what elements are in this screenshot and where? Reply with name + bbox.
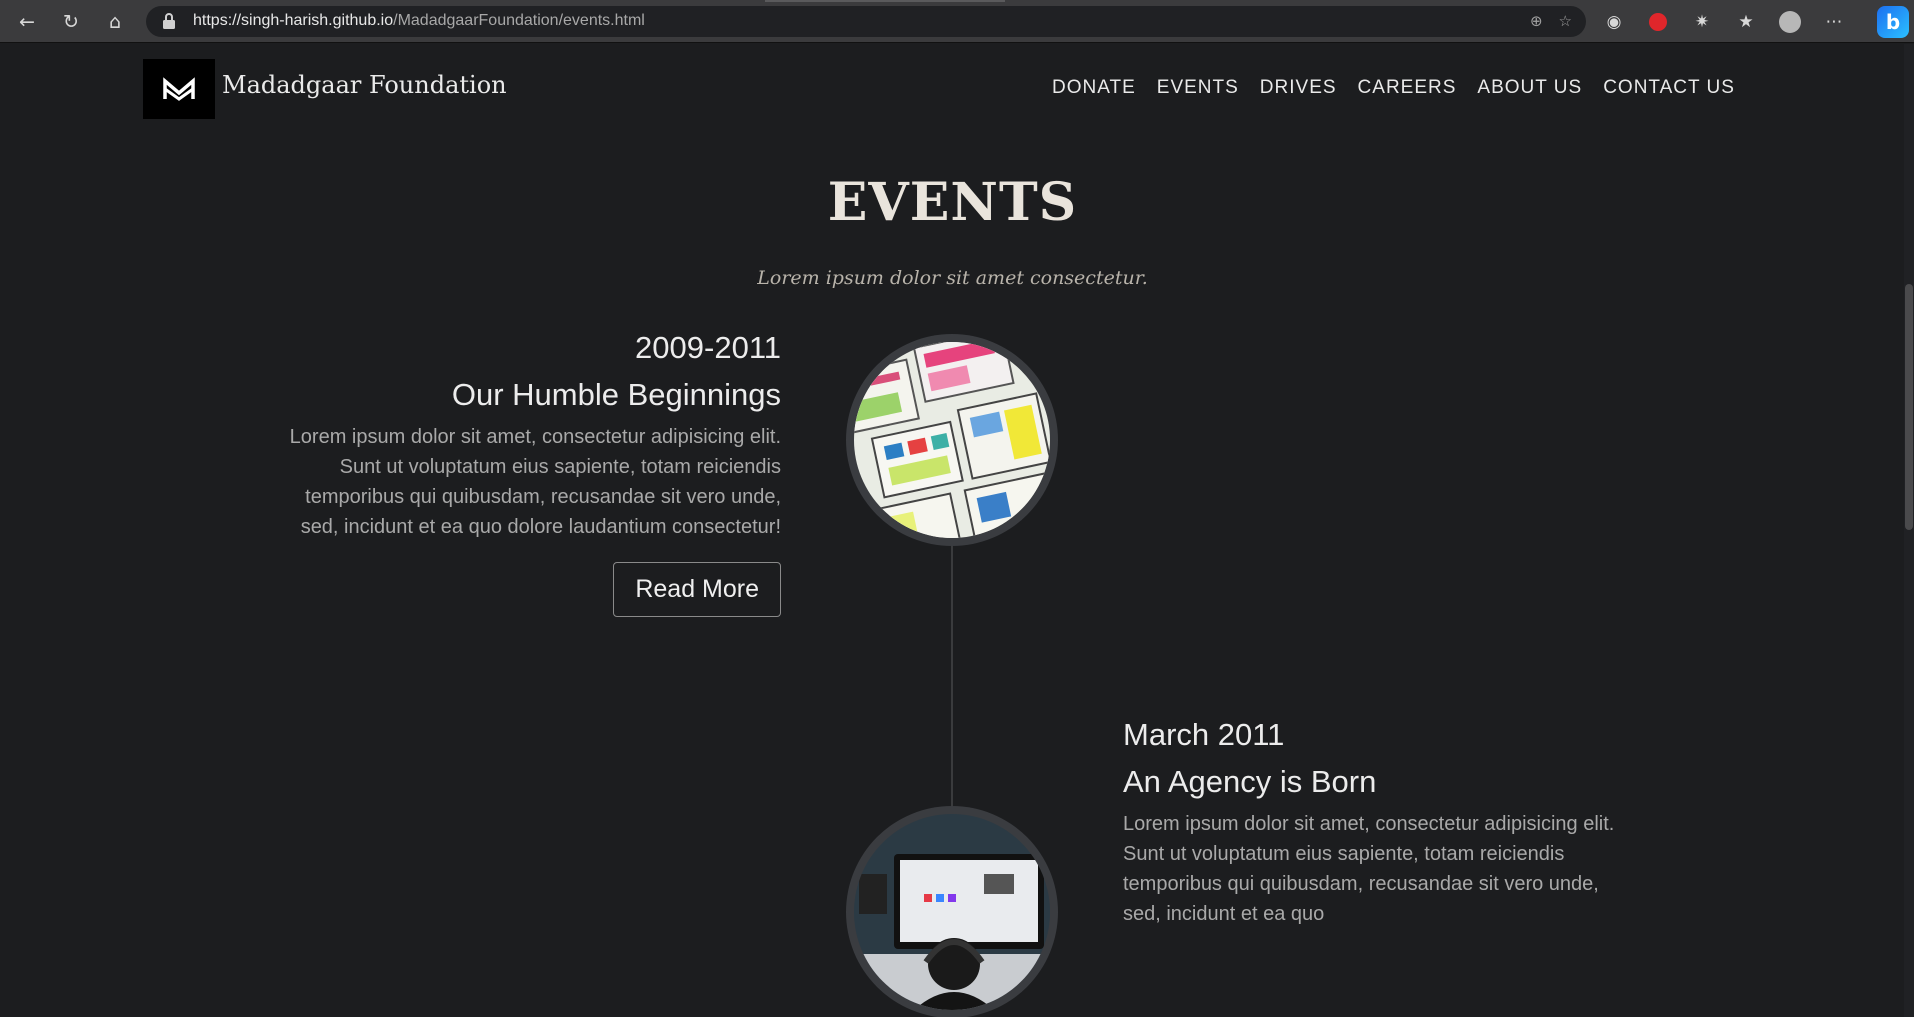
logo-m-icon: [163, 77, 195, 101]
nav-about-us[interactable]: ABOUT US: [1477, 77, 1582, 99]
nav-events[interactable]: EVENTS: [1157, 77, 1239, 99]
extension-glasses-icon[interactable]: ◉: [1600, 8, 1628, 36]
event-date: March 2011: [1123, 717, 1285, 752]
event-image-frame: [846, 806, 1058, 1017]
favorites-icon[interactable]: ★: [1732, 8, 1760, 36]
browser-toolbar: ← ↻ ⌂ https://singh-harish.github.io/Mad…: [0, 0, 1914, 43]
address-bar[interactable]: https://singh-harish.github.io/Madadgaar…: [146, 6, 1586, 37]
event-title: An Agency is Born: [1123, 764, 1377, 799]
event-description: Lorem ipsum dolor sit amet, consectetur …: [289, 426, 781, 538]
tab-indicator: [765, 0, 1005, 2]
event-description: Lorem ipsum dolor sit amet, consectetur …: [1123, 813, 1615, 925]
bing-copilot-icon[interactable]: b: [1877, 6, 1909, 38]
event-date: 2009-2011: [635, 330, 781, 365]
page-title: EVENTS: [827, 172, 1078, 233]
page-subtitle: Lorem ipsum dolor sit amet consectetur.: [757, 267, 1148, 289]
nav-contact-us[interactable]: CONTACT US: [1603, 77, 1735, 99]
event-image-frame: [846, 334, 1058, 546]
nav-drives[interactable]: DRIVES: [1260, 77, 1337, 99]
profile-avatar-icon[interactable]: [1776, 8, 1804, 36]
scrollbar-thumb[interactable]: [1905, 284, 1913, 530]
more-menu-icon[interactable]: ⋯: [1820, 8, 1848, 36]
zoom-icon[interactable]: ⊕: [1530, 12, 1543, 30]
person-at-computer-image: [854, 814, 1050, 1010]
back-icon[interactable]: ←: [14, 9, 40, 35]
extension-block-icon[interactable]: [1644, 8, 1672, 36]
wireframe-sketch-image: [854, 342, 1050, 538]
page-content: Madadgaar Foundation DONATE EVENTS DRIVE…: [0, 44, 1914, 1017]
event-title: Our Humble Beginnings: [451, 377, 781, 412]
favorite-add-icon[interactable]: ☆: [1559, 12, 1572, 30]
home-icon[interactable]: ⌂: [102, 9, 128, 35]
nav-careers[interactable]: CAREERS: [1358, 77, 1457, 99]
reload-icon[interactable]: ↻: [58, 9, 84, 35]
site-brand[interactable]: Madadgaar Foundation: [222, 71, 507, 99]
url-host: https://singh-harish.github.io: [193, 12, 394, 29]
main-nav: DONATE EVENTS DRIVES CAREERS ABOUT US CO…: [1052, 77, 1756, 99]
read-more-button[interactable]: Read More: [613, 562, 781, 617]
lock-icon: [163, 13, 175, 29]
timeline-event: March 2011 An Agency is Born Lorem ipsum…: [1123, 717, 1618, 929]
nav-donate[interactable]: DONATE: [1052, 77, 1136, 99]
url-path: /MadadgaarFoundation/events.html: [393, 12, 645, 29]
scrollbar[interactable]: [1904, 44, 1914, 1017]
extensions-icon[interactable]: ✷: [1688, 8, 1716, 36]
site-logo[interactable]: [143, 59, 215, 119]
timeline-event: 2009-2011 Our Humble Beginnings Lorem ip…: [286, 330, 781, 617]
url-text: https://singh-harish.github.io/Madadgaar…: [193, 12, 645, 30]
